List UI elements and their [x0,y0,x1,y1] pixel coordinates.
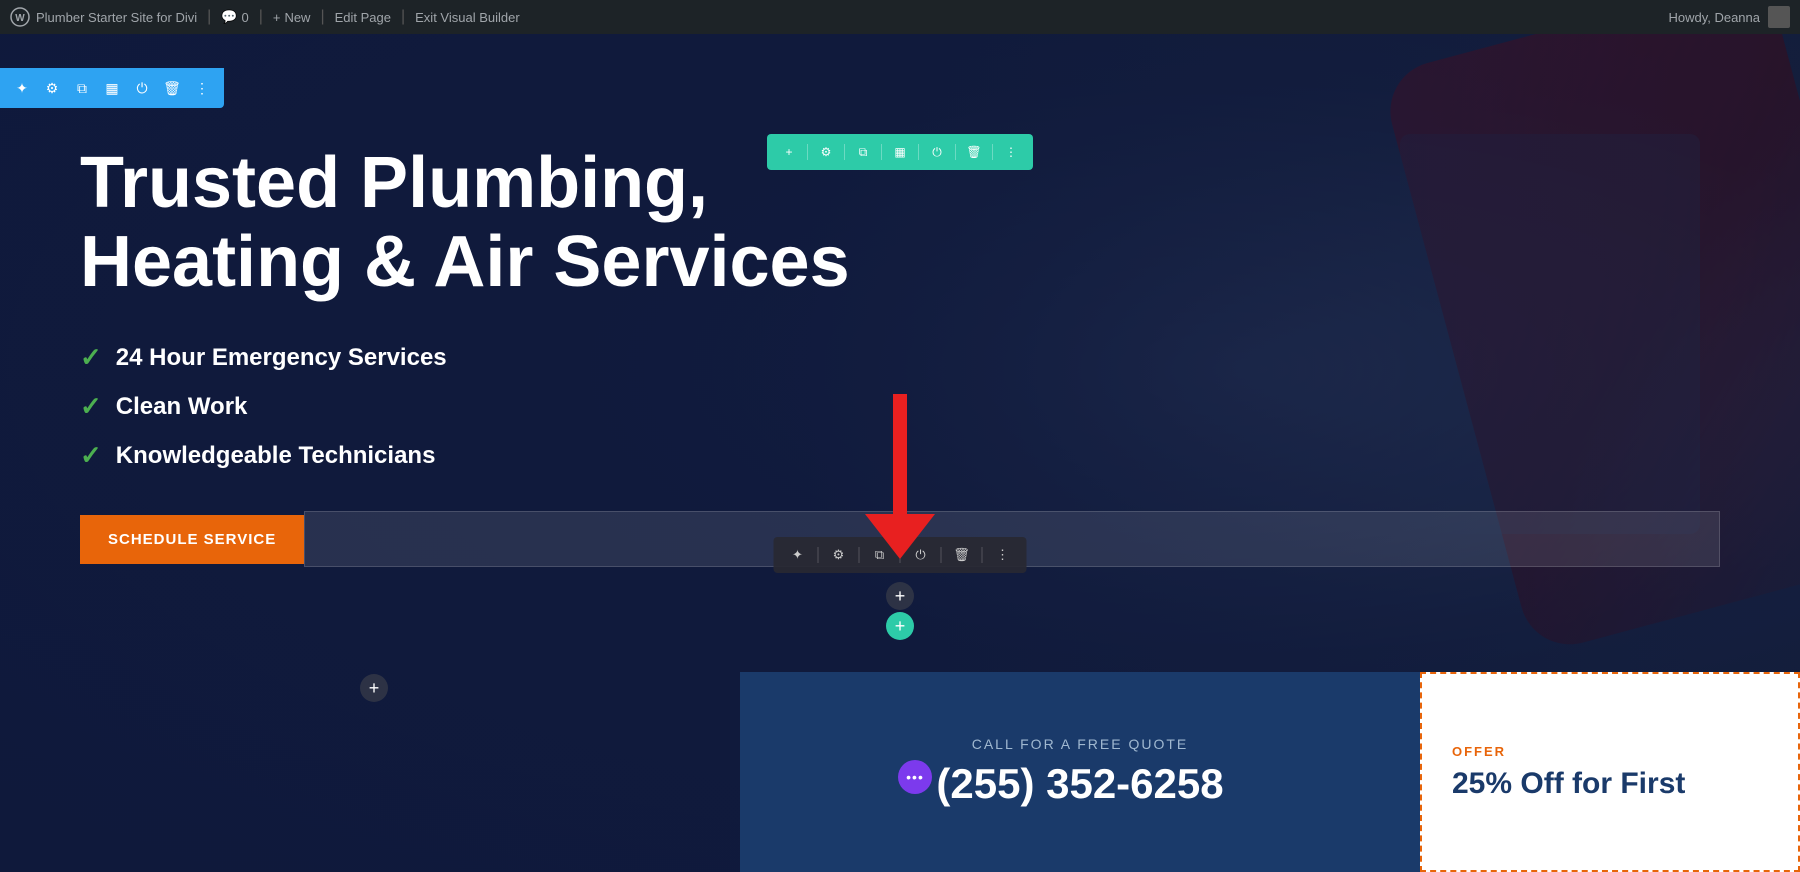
hero-title: Trusted Plumbing, Heating & Air Services [80,144,860,302]
divi-top-toolbar: ✦ ⚙ ⧉ ▦ ⏻ 🗑 ⋮ [0,68,224,108]
checklist-item-1: ✓ 24 Hour Emergency Services [80,342,1720,373]
arrow-head [865,514,935,559]
divi-duplicate-btn[interactable]: ⧉ [68,74,96,102]
module-more-btn[interactable]: ⋮ [991,543,1015,567]
divi-settings-btn[interactable]: ⚙ [38,74,66,102]
section-delete-btn[interactable]: 🗑 [962,140,986,164]
add-row-button[interactable]: + [886,582,914,610]
dots-icon: ••• [906,769,924,785]
add-section-button[interactable]: + [886,612,914,640]
exit-visual-builder-link[interactable]: Exit Visual Builder [415,10,520,25]
new-label: New [284,10,310,25]
offer-label: OFFER [1452,744,1768,759]
comments-link[interactable]: 💬 0 [221,9,248,25]
plus-icon: + [369,678,380,699]
plus-icon: + [895,586,906,607]
red-arrow-annotation [865,394,935,559]
section-columns-btn[interactable]: ▦ [888,140,912,164]
wordpress-icon[interactable]: W [10,7,30,27]
comment-bubble-icon: 💬 [221,9,237,25]
check-icon-3: ✓ [80,440,102,471]
add-left-section-wrapper: + [360,674,388,702]
offer-title: 25% Off for First [1452,767,1768,801]
phone-number: (255) 352-6258 [936,760,1223,808]
call-quote-card: CALL FOR A FREE QUOTE (255) 352-6258 [740,672,1420,872]
admin-bar: W Plumber Starter Site for Divi | 💬 0 | … [0,0,1800,34]
offer-card: OFFER 25% Off for First [1420,672,1800,872]
divi-delete-btn[interactable]: 🗑 [158,74,186,102]
divi-more-btn[interactable]: ⋮ [188,74,216,102]
edit-page-link[interactable]: Edit Page [335,10,391,25]
section-duplicate-btn[interactable]: ⧉ [851,140,875,164]
divi-disable-btn[interactable]: ⏻ [128,74,156,102]
section-toolbar-green: + ⚙ ⧉ ▦ ⏻ 🗑 ⋮ [767,134,1033,170]
purple-dots-button[interactable]: ••• [898,760,932,794]
svg-text:W: W [15,13,25,24]
call-label: CALL FOR A FREE QUOTE [972,736,1189,752]
add-left-section-button[interactable]: + [360,674,388,702]
check-icon-1: ✓ [80,342,102,373]
user-avatar[interactable] [1768,6,1790,28]
site-name: Plumber Starter Site for Divi [36,10,197,25]
module-settings-btn[interactable]: ⚙ [827,543,851,567]
check-icon-2: ✓ [80,391,102,422]
section-more-btn[interactable]: ⋮ [999,140,1023,164]
divi-move-btn[interactable]: ✦ [8,74,36,102]
new-menu[interactable]: + New [273,10,311,25]
section-move-btn[interactable]: + [777,140,801,164]
hero-section: ✦ ⚙ ⧉ ▦ ⏻ 🗑 ⋮ + ⚙ ⧉ ▦ ⏻ 🗑 ⋮ Trusted Plum… [0,34,1800,872]
schedule-service-button[interactable]: SCHEDULE SERVICE [80,515,304,564]
module-move-btn[interactable]: ✦ [786,543,810,567]
section-settings-btn[interactable]: ⚙ [814,140,838,164]
admin-bar-left: W Plumber Starter Site for Divi | 💬 0 | … [10,7,1660,27]
divi-columns-btn[interactable]: ▦ [98,74,126,102]
plus-icon: + [273,10,281,25]
comments-count: 0 [241,10,248,25]
admin-bar-right: Howdy, Deanna [1668,6,1790,28]
section-disable-btn[interactable]: ⏻ [925,140,949,164]
plus-icon: + [895,616,906,637]
arrow-shaft [893,394,907,514]
howdy-text: Howdy, Deanna [1668,10,1760,25]
module-delete-btn[interactable]: 🗑 [950,543,974,567]
